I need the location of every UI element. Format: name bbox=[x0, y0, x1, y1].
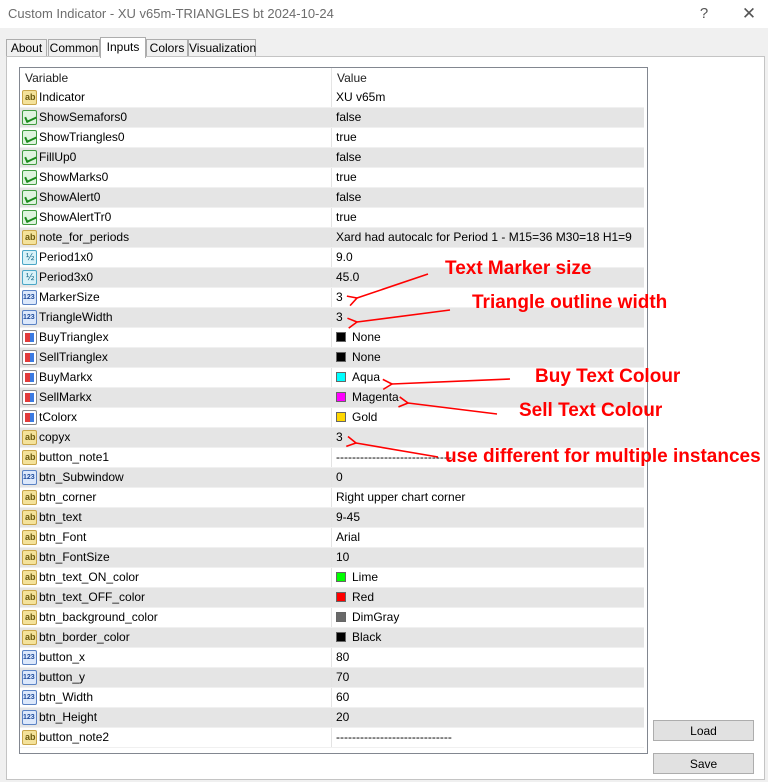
triangle-width-annotation: Triangle outline width bbox=[472, 292, 668, 313]
buy-colour-arrow bbox=[382, 378, 511, 391]
annotation-arrows bbox=[346, 273, 511, 458]
copyx-annotation: use different for multiple instances bbox=[445, 446, 761, 467]
triangle-width-arrow bbox=[347, 309, 451, 329]
sell-colour-annotation: Sell Text Colour bbox=[519, 400, 663, 421]
tab-inputs[interactable]: Inputs bbox=[100, 37, 146, 58]
copyx-arrow bbox=[346, 435, 439, 458]
sell-colour-arrow bbox=[398, 396, 498, 415]
marker-size-annotation: Text Marker size bbox=[445, 258, 592, 279]
buy-colour-annotation: Buy Text Colour bbox=[535, 366, 681, 387]
marker-size-arrow bbox=[346, 273, 429, 307]
